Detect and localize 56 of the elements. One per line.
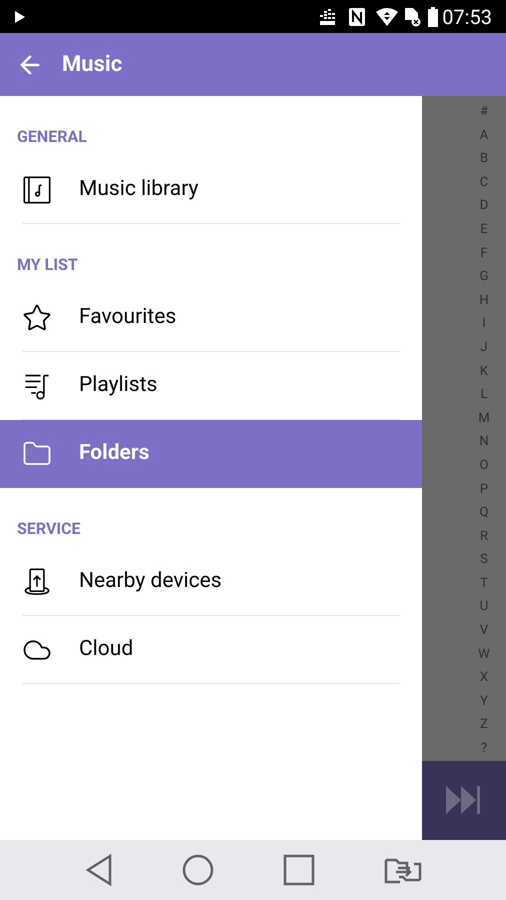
- index-letter[interactable]: N: [477, 430, 491, 454]
- index-letter[interactable]: Q: [477, 501, 491, 525]
- index-letter[interactable]: S: [477, 548, 491, 572]
- recents-icon[interactable]: [282, 854, 314, 886]
- index-letter[interactable]: V: [477, 619, 491, 643]
- section-heading: MY LIST: [17, 255, 79, 275]
- index-letter[interactable]: I: [477, 312, 491, 336]
- star-icon: [22, 302, 52, 332]
- index-letter[interactable]: K: [477, 360, 491, 384]
- index-letter[interactable]: E: [477, 218, 491, 242]
- item-label: Playlists: [79, 372, 158, 399]
- index-letter[interactable]: U: [477, 595, 491, 620]
- index-letter[interactable]: W: [477, 642, 491, 666]
- index-letter[interactable]: T: [477, 572, 491, 596]
- index-letter[interactable]: #: [477, 100, 491, 124]
- index-letter[interactable]: X: [477, 666, 491, 690]
- index-letter[interactable]: F: [477, 242, 491, 266]
- index-letter[interactable]: ?: [477, 737, 491, 761]
- index-letter[interactable]: A: [477, 124, 491, 148]
- back-icon[interactable]: [84, 854, 112, 886]
- index-letter[interactable]: G: [477, 265, 491, 289]
- section-heading: SERVICE: [17, 519, 82, 539]
- app-title: Music: [62, 51, 122, 79]
- drawer-item[interactable]: Cloud: [22, 616, 400, 684]
- play-icon: [14, 10, 26, 22]
- item-label: Music library: [79, 176, 198, 203]
- index-letter[interactable]: B: [477, 147, 491, 171]
- index-letter[interactable]: H: [477, 288, 491, 312]
- music-library-icon: [22, 174, 52, 204]
- item-label: Nearby devices: [79, 568, 222, 595]
- wifi-icon: [376, 8, 398, 26]
- battery-icon: [428, 6, 438, 26]
- index-letter[interactable]: P: [477, 478, 491, 502]
- drawer-item[interactable]: Folders: [0, 420, 422, 488]
- index-letter[interactable]: D: [477, 194, 491, 218]
- index-letter[interactable]: M: [477, 406, 491, 430]
- drawer-item[interactable]: Nearby devices: [22, 548, 400, 616]
- section-heading: GENERAL: [17, 127, 88, 147]
- index-letter[interactable]: O: [477, 454, 491, 478]
- index-letter[interactable]: Y: [477, 690, 491, 714]
- index-letter[interactable]: Z: [477, 713, 491, 738]
- index-letter[interactable]: J: [477, 336, 491, 360]
- clock-text: 07:53: [442, 4, 492, 30]
- index-letter[interactable]: R: [477, 524, 491, 548]
- drawer-item[interactable]: Music library: [22, 156, 400, 224]
- item-label: Favourites: [79, 304, 176, 331]
- home-icon[interactable]: [182, 854, 214, 886]
- item-label: Folders: [79, 440, 150, 468]
- drawer-item[interactable]: Favourites: [22, 284, 400, 352]
- phone-upload-icon: [22, 566, 52, 596]
- switch-icon[interactable]: [384, 856, 422, 884]
- item-label: Cloud: [79, 636, 134, 663]
- nfc-icon: [348, 6, 366, 26]
- index-letter[interactable]: C: [477, 170, 491, 194]
- sim-icon: [404, 6, 422, 26]
- index-letter[interactable]: L: [477, 383, 491, 407]
